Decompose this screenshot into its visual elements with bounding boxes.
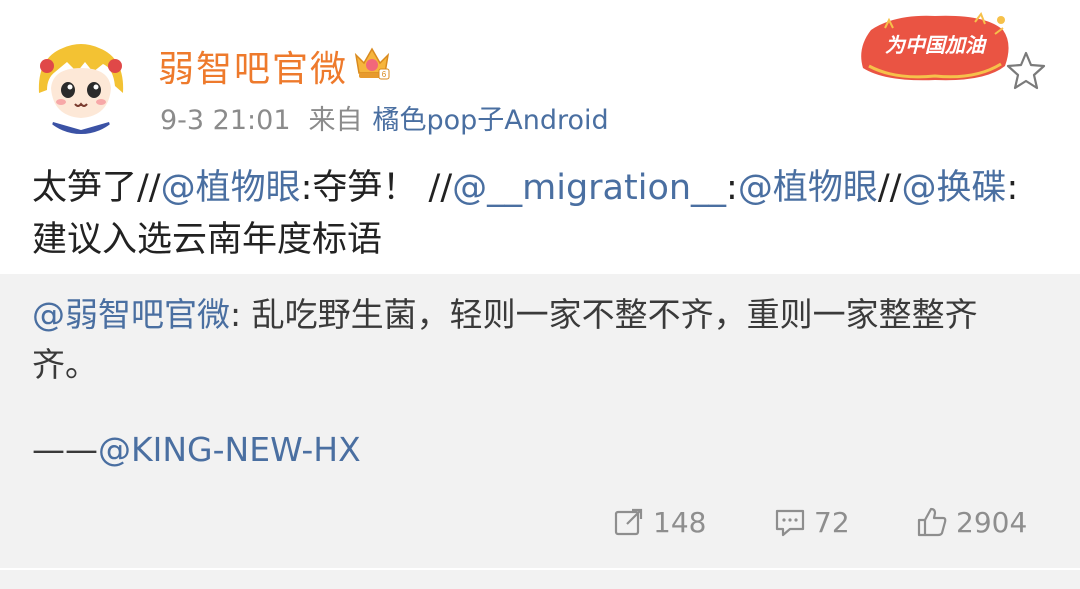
card-divider bbox=[0, 570, 1080, 589]
signature-mention[interactable]: @KING-NEW-HX bbox=[98, 430, 361, 469]
post-source[interactable]: 橘色pop子Android bbox=[373, 105, 609, 136]
post-segment: 太笋了// bbox=[32, 168, 161, 208]
weibo-post-card: 弱智吧官微 6 9-3 21:01 来自 橘色pop子Android 为中国加油 太… bbox=[0, 0, 1080, 589]
badge-icon[interactable]: 为中国加油 bbox=[855, 8, 1015, 88]
like-count: 2904 bbox=[956, 505, 1028, 539]
repost-icon bbox=[614, 508, 643, 536]
post-time: 9-3 21:01 bbox=[160, 105, 291, 136]
post-segment: : bbox=[726, 168, 738, 208]
via-label: 来自 bbox=[308, 105, 363, 136]
repost-button[interactable]: 148 bbox=[613, 500, 706, 544]
signature-dash: —— bbox=[32, 430, 98, 469]
mention-link[interactable]: @__migration__ bbox=[452, 168, 726, 208]
quoted-text: @弱智吧官微: 乱吃野生菌，轻则一家不整不齐，重则一家整整齐齐。 bbox=[32, 290, 1032, 390]
star-icon[interactable] bbox=[1006, 50, 1046, 90]
post-text: 太笋了//@植物眼:夺笋！ //@__migration__:@植物眼//@换碟… bbox=[32, 162, 1042, 266]
comment-count: 72 bbox=[814, 505, 850, 539]
comment-button[interactable]: 72 bbox=[774, 500, 850, 544]
like-button[interactable]: 2904 bbox=[916, 500, 1027, 544]
quoted-author-mention[interactable]: @弱智吧官微 bbox=[32, 295, 230, 334]
quoted-signature: ——@KING-NEW-HX bbox=[32, 430, 361, 469]
author-name[interactable]: 弱智吧官微 bbox=[158, 40, 348, 92]
post-segment: :夺笋！ // bbox=[300, 168, 453, 208]
badge-text: 为中国加油 bbox=[885, 33, 988, 57]
mention-link[interactable]: @换碟 bbox=[901, 168, 1006, 208]
comment-icon bbox=[775, 509, 805, 537]
mention-link[interactable]: @植物眼 bbox=[161, 168, 301, 208]
avatar[interactable] bbox=[33, 38, 129, 134]
repost-count: 148 bbox=[653, 505, 707, 539]
mention-link[interactable]: @植物眼 bbox=[738, 168, 878, 208]
like-icon bbox=[917, 507, 947, 537]
crown-icon: 6 bbox=[352, 43, 392, 83]
svg-text:6: 6 bbox=[382, 70, 387, 79]
post-segment: // bbox=[877, 168, 902, 208]
post-meta: 9-3 21:01 来自 橘色pop子Android bbox=[160, 98, 609, 137]
